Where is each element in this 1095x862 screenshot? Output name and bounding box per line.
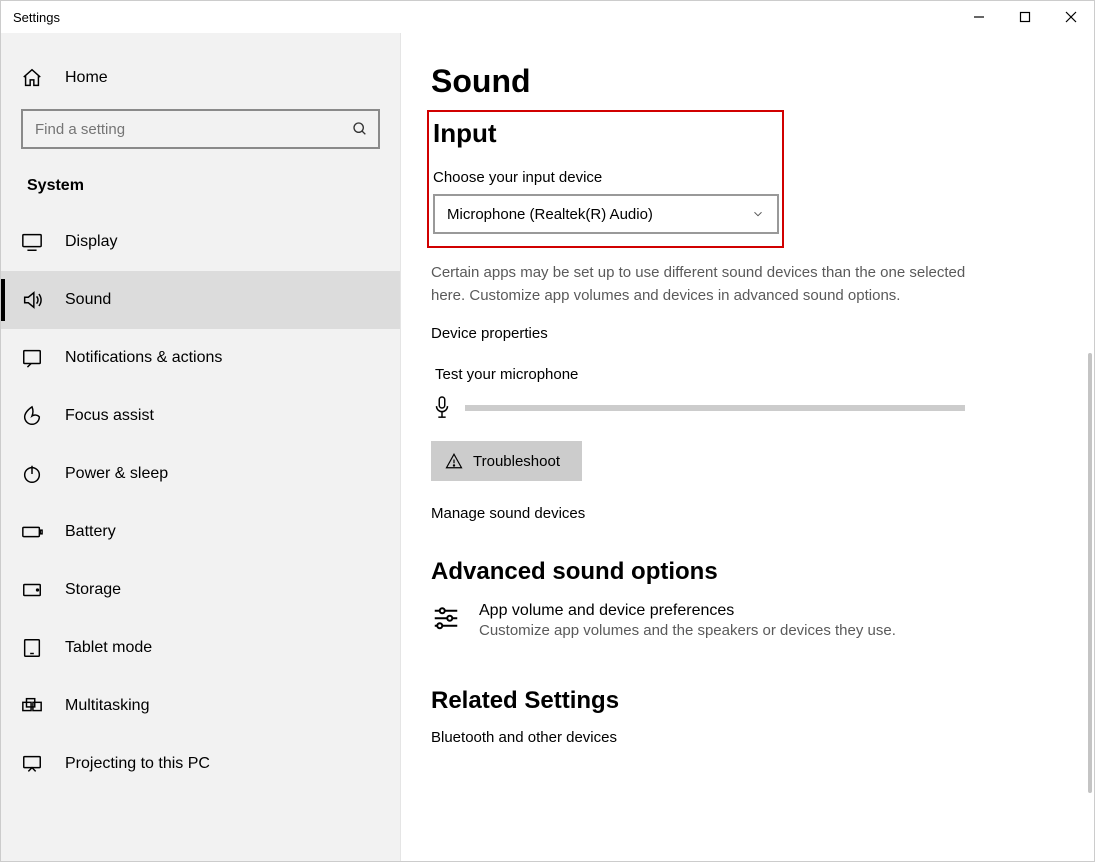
sidebar-item-label: Projecting to this PC — [65, 755, 210, 773]
sidebar-item-projecting[interactable]: Projecting to this PC — [1, 735, 400, 793]
battery-icon — [21, 521, 43, 543]
sidebar-item-label: Focus assist — [65, 407, 154, 425]
bluetooth-link[interactable]: Bluetooth and other devices — [431, 729, 1054, 746]
sidebar-item-multitasking[interactable]: Multitasking — [1, 677, 400, 735]
input-description: Certain apps may be set up to use differ… — [431, 262, 991, 307]
related-heading: Related Settings — [431, 687, 1054, 715]
sidebar-item-tablet-mode[interactable]: Tablet mode — [1, 619, 400, 677]
sidebar-item-battery[interactable]: Battery — [1, 503, 400, 561]
troubleshoot-label: Troubleshoot — [473, 453, 560, 470]
advanced-heading: Advanced sound options — [431, 558, 1054, 586]
sidebar-item-label: Storage — [65, 581, 121, 599]
sidebar: Home System Display Sound Notifica — [1, 33, 401, 861]
minimize-button[interactable] — [956, 1, 1002, 33]
input-device-dropdown[interactable]: Microphone (Realtek(R) Audio) — [433, 194, 779, 234]
input-heading: Input — [429, 118, 782, 149]
sidebar-item-label: Power & sleep — [65, 465, 168, 483]
chevron-down-icon — [751, 207, 765, 221]
dropdown-value: Microphone (Realtek(R) Audio) — [447, 206, 653, 223]
search-input[interactable] — [33, 120, 352, 139]
sound-icon — [21, 289, 43, 311]
power-icon — [21, 463, 43, 485]
input-section-highlight: Input Choose your input device Microphon… — [427, 110, 784, 248]
sidebar-item-label: Display — [65, 233, 117, 251]
maximize-button[interactable] — [1002, 1, 1048, 33]
warning-icon — [445, 452, 463, 470]
sliders-icon — [431, 602, 461, 632]
sidebar-item-label: Multitasking — [65, 697, 149, 715]
main-content: Sound Input Choose your input device Mic… — [401, 33, 1094, 861]
sidebar-item-sound[interactable]: Sound — [1, 271, 400, 329]
window-titlebar: Settings — [1, 1, 1094, 33]
app-volume-subtitle: Customize app volumes and the speakers o… — [479, 622, 896, 639]
search-icon — [352, 121, 368, 137]
app-volume-item[interactable]: App volume and device preferences Custom… — [431, 602, 1054, 639]
mic-level-bar — [465, 405, 965, 411]
home-icon — [21, 67, 43, 89]
test-mic-label: Test your microphone — [431, 366, 1054, 383]
input-device-label: Choose your input device — [429, 169, 782, 186]
projecting-icon — [21, 753, 43, 775]
microphone-icon — [431, 395, 453, 421]
scrollbar[interactable] — [1088, 353, 1092, 793]
close-button[interactable] — [1048, 1, 1094, 33]
sidebar-item-focus-assist[interactable]: Focus assist — [1, 387, 400, 445]
sidebar-item-power-sleep[interactable]: Power & sleep — [1, 445, 400, 503]
page-title: Sound — [431, 63, 1054, 100]
window-buttons — [956, 1, 1094, 33]
display-icon — [21, 231, 43, 253]
home-label: Home — [65, 69, 108, 87]
sidebar-item-label: Sound — [65, 291, 111, 309]
sidebar-item-storage[interactable]: Storage — [1, 561, 400, 619]
notifications-icon — [21, 347, 43, 369]
manage-sound-devices-link[interactable]: Manage sound devices — [431, 505, 1054, 522]
tablet-icon — [21, 637, 43, 659]
sidebar-item-notifications[interactable]: Notifications & actions — [1, 329, 400, 387]
search-box[interactable] — [21, 109, 380, 149]
app-volume-title: App volume and device preferences — [479, 602, 896, 620]
sidebar-item-label: Battery — [65, 523, 116, 541]
mic-test-row — [431, 395, 1054, 421]
focus-assist-icon — [21, 405, 43, 427]
sidebar-item-display[interactable]: Display — [1, 213, 400, 271]
sidebar-category: System — [1, 167, 400, 213]
window-title: Settings — [13, 10, 60, 25]
sidebar-item-label: Tablet mode — [65, 639, 152, 657]
troubleshoot-button[interactable]: Troubleshoot — [431, 441, 582, 481]
sidebar-item-label: Notifications & actions — [65, 349, 222, 367]
device-properties-link[interactable]: Device properties — [431, 325, 1054, 342]
storage-icon — [21, 579, 43, 601]
multitasking-icon — [21, 695, 43, 717]
home-button[interactable]: Home — [1, 51, 400, 105]
